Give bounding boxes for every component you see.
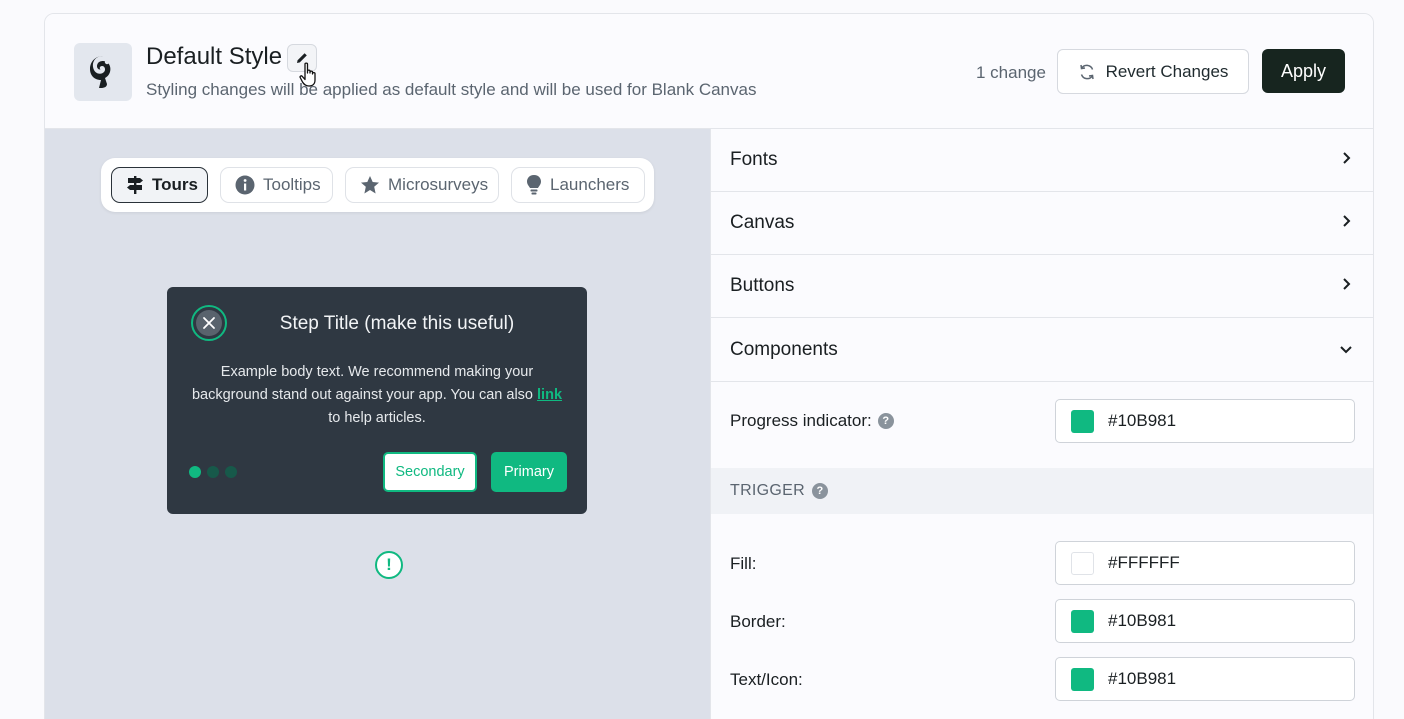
text-icon-color-field[interactable]: #10B981	[1055, 657, 1355, 701]
section-fonts-label: Fonts	[730, 149, 778, 170]
step-body-link[interactable]: link	[537, 387, 562, 403]
revert-changes-label: Revert Changes	[1105, 61, 1229, 81]
color-swatch[interactable]	[1071, 409, 1094, 433]
step-body-text-end: to help articles.	[328, 410, 426, 426]
color-swatch[interactable]	[1071, 609, 1094, 633]
revert-icon	[1079, 64, 1094, 79]
trigger-section-heading: TRIGGER ?	[711, 468, 1373, 514]
trigger-heading-label: TRIGGER	[730, 482, 805, 499]
trigger-preview-icon[interactable]: !	[375, 551, 403, 579]
border-color-value: #10B981	[1108, 611, 1177, 630]
secondary-button[interactable]: Secondary	[383, 452, 477, 492]
info-icon	[235, 175, 255, 195]
help-icon[interactable]: ?	[812, 483, 828, 499]
chameleon-logo-icon	[90, 56, 111, 88]
color-swatch[interactable]	[1071, 667, 1094, 691]
revert-changes-button[interactable]: Revert Changes	[1057, 49, 1249, 94]
header: Default Style Styling changes will be ap…	[45, 14, 1373, 129]
step-title: Step Title (make this useful)	[279, 313, 515, 334]
tab-tooltips-label: Tooltips	[263, 175, 321, 194]
star-icon	[361, 176, 379, 194]
section-buttons[interactable]: Buttons	[711, 255, 1373, 318]
help-icon[interactable]: ?	[877, 413, 894, 429]
apply-button[interactable]: Apply	[1262, 49, 1345, 93]
tab-launchers-label: Launchers	[550, 175, 630, 194]
tab-tooltips[interactable]: Tooltips	[220, 167, 333, 203]
tab-tours[interactable]: Tours	[111, 167, 208, 203]
progress-indicator-color-field[interactable]: #10B981	[1055, 399, 1355, 443]
text-icon-color-value: #10B981	[1108, 669, 1177, 688]
tab-launchers[interactable]: Launchers	[511, 167, 645, 203]
tab-tours-label: Tours	[152, 175, 198, 194]
brand-logo	[74, 43, 132, 101]
border-label: Border:	[730, 612, 786, 631]
chevron-right-icon	[1343, 278, 1351, 290]
chevron-right-icon	[1343, 215, 1351, 227]
progress-dots	[189, 466, 237, 478]
primary-button[interactable]: Primary	[491, 452, 567, 492]
preview-pane: Tours Tooltips Microsurveys Launchers St…	[45, 129, 710, 719]
color-swatch[interactable]	[1071, 551, 1094, 575]
section-canvas[interactable]: Canvas	[711, 192, 1373, 255]
change-count: 1 change	[976, 63, 1046, 82]
experience-tab-bar: Tours Tooltips Microsurveys Launchers	[101, 158, 654, 212]
tab-microsurveys-label: Microsurveys	[388, 175, 489, 194]
step-body: Example body text. We recommend making y…	[187, 361, 567, 430]
progress-dot	[207, 466, 219, 478]
chevron-down-icon	[1340, 346, 1352, 354]
progress-indicator-label: Progress indicator: ?	[730, 411, 894, 431]
signpost-icon	[127, 176, 143, 194]
close-icon	[203, 317, 215, 329]
text-icon-label: Text/Icon:	[730, 670, 803, 689]
section-buttons-label: Buttons	[730, 275, 795, 296]
fill-color-field[interactable]: #FFFFFF	[1055, 541, 1355, 585]
fill-color-value: #FFFFFF	[1108, 553, 1180, 572]
fill-label: Fill:	[730, 554, 757, 573]
border-color-field[interactable]: #10B981	[1055, 599, 1355, 643]
section-components[interactable]: Components	[711, 319, 1373, 382]
section-components-label: Components	[730, 339, 838, 360]
progress-indicator-color-value: #10B981	[1108, 411, 1177, 430]
page-title: Default Style	[146, 43, 283, 70]
lightbulb-icon	[527, 175, 541, 195]
chevron-right-icon	[1343, 152, 1351, 164]
progress-dot-active	[189, 466, 201, 478]
step-body-text: Example body text. We recommend making y…	[191, 364, 538, 403]
tab-microsurveys[interactable]: Microsurveys	[345, 167, 499, 203]
step-close-button[interactable]	[191, 305, 227, 341]
page-subtitle: Styling changes will be applied as defau…	[146, 80, 757, 99]
style-editor-window: Default Style Styling changes will be ap…	[44, 13, 1374, 719]
settings-panel: Fonts Canvas Buttons Components Progress…	[710, 129, 1373, 719]
section-canvas-label: Canvas	[730, 212, 795, 233]
progress-dot	[225, 466, 237, 478]
tour-step-card: Step Title (make this useful) Example bo…	[167, 287, 587, 514]
section-fonts[interactable]: Fonts	[711, 129, 1373, 192]
progress-indicator-label-text: Progress indicator:	[730, 411, 872, 430]
